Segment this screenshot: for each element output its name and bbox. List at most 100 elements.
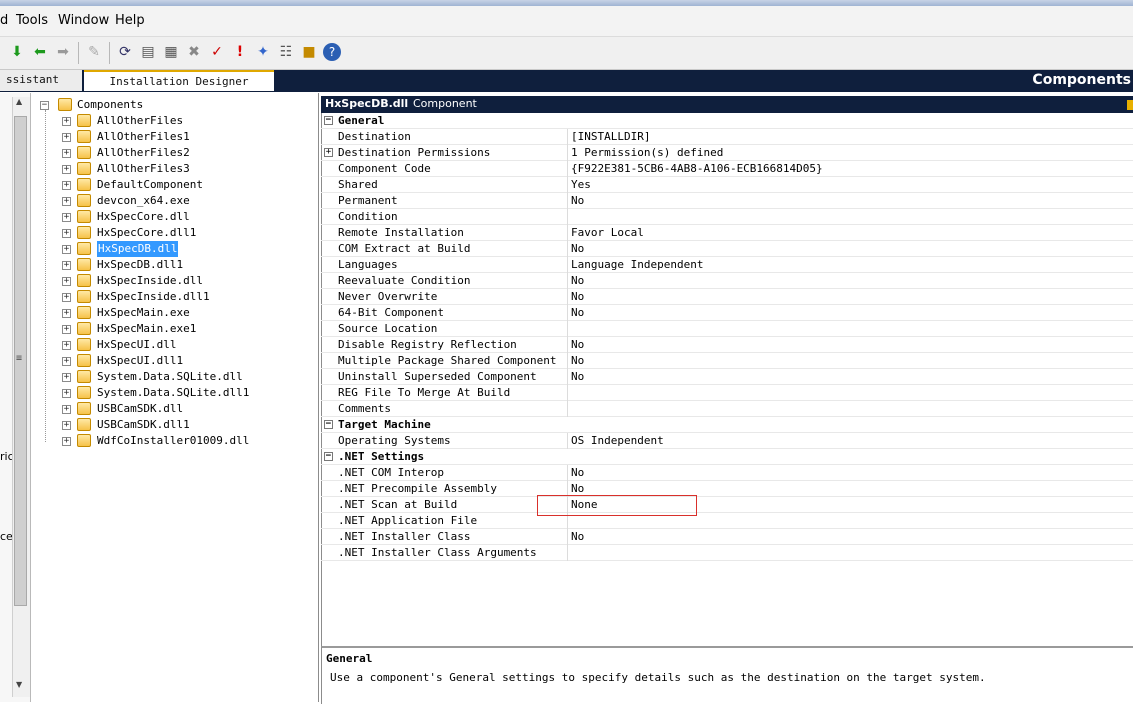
property-value[interactable]: {F922E381-5CB6-4AB8-A106-ECB166814D05} — [571, 161, 823, 177]
description-text: Use a component's General settings to sp… — [330, 671, 986, 684]
collapse-icon[interactable]: − — [324, 452, 333, 461]
expand-icon[interactable]: + — [62, 421, 71, 430]
validate-icon[interactable]: ✓ — [208, 43, 226, 61]
property-row[interactable]: .NET Precompile Assembly No — [321, 481, 1133, 497]
property-value[interactable]: [INSTALLDIR] — [571, 129, 650, 145]
expand-icon[interactable]: + — [62, 261, 71, 270]
tab-installation-designer[interactable]: Installation Designer — [84, 70, 274, 91]
menu-item-window[interactable]: Window — [58, 13, 109, 28]
property-category[interactable]: − General — [321, 113, 1133, 129]
tree-item-label: HxSpecUI.dll — [97, 338, 177, 351]
property-row[interactable]: .NET Application File — [321, 513, 1133, 529]
property-row[interactable]: 64-Bit Component No — [321, 305, 1133, 321]
property-row[interactable]: + Destination Permissions 1 Permission(s) … — [321, 145, 1133, 161]
collapse-icon[interactable]: − — [324, 420, 333, 429]
expand-icon[interactable]: + — [62, 197, 71, 206]
property-row[interactable]: Comments — [321, 401, 1133, 417]
expand-icon[interactable]: + — [62, 149, 71, 158]
property-row[interactable]: Operating Systems OS Independent — [321, 433, 1133, 449]
property-value[interactable]: Language Independent — [571, 257, 703, 273]
property-row[interactable]: .NET Scan at Build None — [321, 497, 1133, 513]
property-row[interactable]: REG File To Merge At Build — [321, 385, 1133, 401]
help-icon[interactable]: ? — [323, 43, 341, 61]
delete-icon[interactable]: ✖ — [185, 43, 203, 61]
property-row[interactable]: .NET Installer Class Arguments — [321, 545, 1133, 561]
property-value[interactable]: Yes — [571, 177, 591, 193]
property-value[interactable]: No — [571, 369, 584, 385]
property-row[interactable]: Reevaluate Condition No — [321, 273, 1133, 289]
property-row[interactable]: Source Location — [321, 321, 1133, 337]
property-value[interactable]: Favor Local — [571, 225, 644, 241]
expand-icon[interactable]: + — [62, 133, 71, 142]
properties-icon[interactable]: ☷ — [277, 43, 295, 61]
expand-icon[interactable]: + — [62, 437, 71, 446]
property-row[interactable]: Component Code {F922E381-5CB6-4AB8-A106-E… — [321, 161, 1133, 177]
property-row[interactable]: .NET COM Interop No — [321, 465, 1133, 481]
tab-project-assistant[interactable]: ssistant — [0, 70, 82, 91]
disabled-action-icon[interactable]: ✎ — [85, 43, 103, 61]
menu-item-partial[interactable]: d — [0, 13, 8, 28]
arrow-right-icon[interactable]: ➡ — [54, 43, 72, 61]
property-row[interactable]: Condition — [321, 209, 1133, 225]
toolbar: ⬇ ⬅ ➡ ✎ ⟳ ▤ ▦ ✖ ✓ ! ✦ ☷ ■ ? — [0, 37, 1133, 70]
menu-item-help[interactable]: Help — [115, 13, 145, 28]
property-category[interactable]: − .NET Settings — [321, 449, 1133, 465]
expand-icon[interactable]: + — [62, 309, 71, 318]
property-row[interactable]: Languages Language Independent — [321, 257, 1133, 273]
expand-icon[interactable]: + — [62, 181, 71, 190]
package-icon[interactable]: ■ — [300, 43, 318, 61]
property-value[interactable]: No — [571, 465, 584, 481]
expand-icon[interactable]: + — [62, 165, 71, 174]
collapse-icon[interactable]: − — [40, 101, 49, 110]
property-value[interactable]: No — [571, 241, 584, 257]
tree-item-label: HxSpecInside.dll — [97, 274, 203, 287]
build-icon[interactable]: ▤ — [139, 43, 157, 61]
calendar-icon[interactable]: ▦ — [162, 43, 180, 61]
property-row[interactable]: Destination [INSTALLDIR] — [321, 129, 1133, 145]
property-category[interactable]: − Target Machine — [321, 417, 1133, 433]
selected-component-type: Component — [413, 97, 477, 110]
expand-icon[interactable]: + — [62, 293, 71, 302]
expand-icon[interactable]: + — [62, 277, 71, 286]
expand-icon[interactable]: + — [62, 213, 71, 222]
property-row[interactable]: Remote Installation Favor Local — [321, 225, 1133, 241]
expand-icon[interactable]: + — [62, 325, 71, 334]
property-row[interactable]: Shared Yes — [321, 177, 1133, 193]
property-value[interactable]: 1 Permission(s) defined — [571, 145, 723, 161]
property-value[interactable]: No — [571, 305, 584, 321]
help-wizard-icon[interactable]: ✦ — [254, 43, 272, 61]
property-value[interactable]: OS Independent — [571, 433, 664, 449]
error-icon[interactable]: ! — [231, 43, 249, 61]
column-divider — [567, 177, 568, 193]
expand-icon[interactable]: + — [62, 389, 71, 398]
property-row[interactable]: Never Overwrite No — [321, 289, 1133, 305]
sync-icon[interactable]: ⟳ — [116, 43, 134, 61]
menu-item-tools[interactable]: Tools — [16, 13, 48, 28]
property-value[interactable]: No — [571, 273, 584, 289]
property-row[interactable]: .NET Installer Class No — [321, 529, 1133, 545]
scroll-up-icon[interactable]: ▲ — [16, 97, 22, 106]
property-row[interactable]: Uninstall Superseded Component No — [321, 369, 1133, 385]
property-value[interactable]: No — [571, 337, 584, 353]
property-value[interactable]: No — [571, 289, 584, 305]
property-row[interactable]: Multiple Package Shared Component No — [321, 353, 1133, 369]
arrow-down-icon[interactable]: ⬇ — [8, 43, 26, 61]
property-row[interactable]: COM Extract at Build No — [321, 241, 1133, 257]
expand-icon[interactable]: + — [62, 117, 71, 126]
expand-icon[interactable]: + — [62, 245, 71, 254]
expand-icon[interactable]: + — [62, 405, 71, 414]
property-value[interactable]: No — [571, 353, 584, 369]
expand-icon[interactable]: + — [62, 373, 71, 382]
collapse-icon[interactable]: − — [324, 116, 333, 125]
component-folder-icon — [58, 98, 72, 111]
expand-icon[interactable]: + — [324, 148, 333, 157]
expand-icon[interactable]: + — [62, 341, 71, 350]
expand-icon[interactable]: + — [62, 357, 71, 366]
property-value[interactable]: No — [571, 529, 584, 545]
arrow-left-icon[interactable]: ⬅ — [31, 43, 49, 61]
property-row[interactable]: Disable Registry Reflection No — [321, 337, 1133, 353]
expand-icon[interactable]: + — [62, 229, 71, 238]
scroll-down-icon[interactable]: ▼ — [16, 680, 22, 689]
property-row[interactable]: Permanent No — [321, 193, 1133, 209]
property-value[interactable]: No — [571, 193, 584, 209]
